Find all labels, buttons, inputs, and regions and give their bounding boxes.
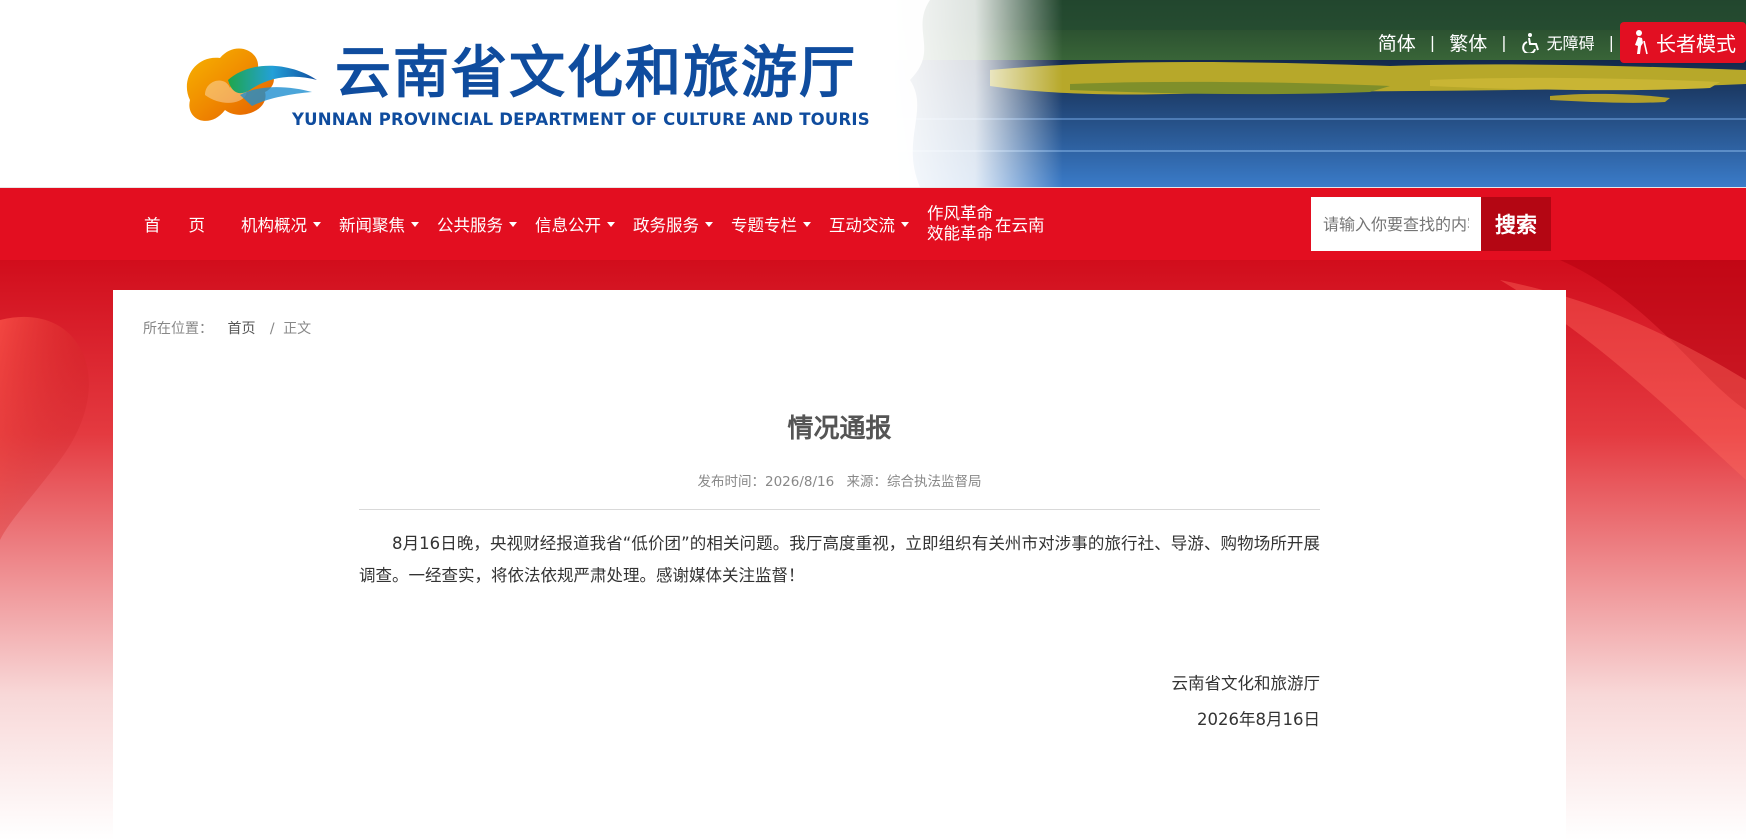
caret-down-icon xyxy=(411,221,419,227)
article-meta: 发布时间：2026/8/16 来源：综合执法监督局 xyxy=(113,470,1566,490)
top-utility-links: 简体 | 繁体 | 无障碍 | 长者模式 xyxy=(1364,21,1746,63)
article-container: 所在位置： 首页 / 正文 情况通报 发布时间：2026/8/16 来源：综合执… xyxy=(113,290,1566,840)
nav-item-label: 政务服务 xyxy=(633,216,699,235)
nav-item-info-disclosure[interactable]: 信息公开 xyxy=(535,212,623,236)
breadcrumb-label: 所在位置： xyxy=(143,321,213,337)
caret-down-icon xyxy=(901,221,909,227)
header-banner-image: 简体 | 繁体 | 无障碍 | 长者模式 xyxy=(870,0,1746,187)
breadcrumb-current: 正文 xyxy=(283,321,312,337)
signature-organization: 云南省文化和旅游厅 xyxy=(1171,674,1321,693)
wheelchair-icon xyxy=(1521,33,1539,53)
nav-item-label-line2: 效能革命 xyxy=(927,224,993,243)
nav-item-label: 专题专栏 xyxy=(731,216,797,235)
logo-english-title: YUNNAN PROVINCIAL DEPARTMENT OF CULTURE … xyxy=(292,110,887,129)
search-box: 搜索 xyxy=(1311,197,1551,251)
nav-item-government-service[interactable]: 政务服务 xyxy=(633,212,721,236)
nav-item-label: 机构概况 xyxy=(241,216,307,235)
elder-mode-label: 长者模式 xyxy=(1656,31,1736,56)
traditional-chinese-link[interactable]: 繁体 xyxy=(1435,29,1501,56)
breadcrumb: 所在位置： 首页 / 正文 xyxy=(143,318,311,338)
breadcrumb-home-link[interactable]: 首页 xyxy=(227,321,255,337)
caret-down-icon xyxy=(509,221,517,227)
simplified-chinese-link[interactable]: 简体 xyxy=(1364,29,1430,56)
logo-chinese-title: 云南省文化和旅游厅 xyxy=(335,41,857,106)
search-input[interactable] xyxy=(1311,197,1481,251)
caret-down-icon xyxy=(803,221,811,227)
site-header: 云南省文化和旅游厅 YUNNAN PROVINCIAL DEPARTMENT O… xyxy=(0,0,1746,188)
signature-date: 2026年8月16日 xyxy=(1197,710,1320,729)
nav-item-news[interactable]: 新闻聚焦 xyxy=(339,212,427,236)
nav-item-in-yunnan[interactable]: 在云南 xyxy=(995,212,1053,236)
link-separator: | xyxy=(1608,32,1614,52)
article-divider xyxy=(359,509,1320,510)
caret-down-icon xyxy=(607,221,615,227)
site-logo[interactable]: 云南省文化和旅游厅 YUNNAN PROVINCIAL DEPARTMENT O… xyxy=(180,38,886,138)
nav-item-label-line1: 作风革命 xyxy=(927,204,993,223)
nav-item-special-topics[interactable]: 专题专栏 xyxy=(731,212,819,236)
nav-item-institution[interactable]: 机构概况 xyxy=(241,212,329,236)
search-button[interactable]: 搜索 xyxy=(1481,197,1551,251)
nav-item-label: 互动交流 xyxy=(829,216,895,235)
nav-item-label: 信息公开 xyxy=(535,216,601,235)
accessibility-label: 无障碍 xyxy=(1546,34,1595,53)
nav-item-style-revolution[interactable]: 作风革命 效能革命 xyxy=(927,204,993,244)
caret-down-icon xyxy=(313,221,321,227)
accessibility-link[interactable]: 无障碍 xyxy=(1507,30,1609,54)
caret-down-icon xyxy=(705,221,713,227)
article-signature: 云南省文化和旅游厅 2026年8月16日 xyxy=(359,666,1321,738)
nav-item-label: 新闻聚焦 xyxy=(339,216,405,235)
elder-person-icon xyxy=(1635,30,1648,55)
nav-item-public-service[interactable]: 公共服务 xyxy=(437,212,525,236)
nav-item-home[interactable]: 首页 xyxy=(134,212,241,236)
article-title: 情况通报 xyxy=(787,414,892,444)
article-body: 8月16日晚，央视财经报道我省“低价团”的相关问题。我厅高度重视，立即组织有关州… xyxy=(359,534,1320,585)
breadcrumb-separator: / xyxy=(269,321,275,337)
nav-item-interaction[interactable]: 互动交流 xyxy=(829,212,917,236)
elder-mode-button[interactable]: 长者模式 xyxy=(1620,21,1746,63)
nav-item-label: 公共服务 xyxy=(437,216,503,235)
article-source: 来源：综合执法监督局 xyxy=(846,474,982,490)
publish-time: 发布时间：2026/8/16 xyxy=(697,474,835,490)
